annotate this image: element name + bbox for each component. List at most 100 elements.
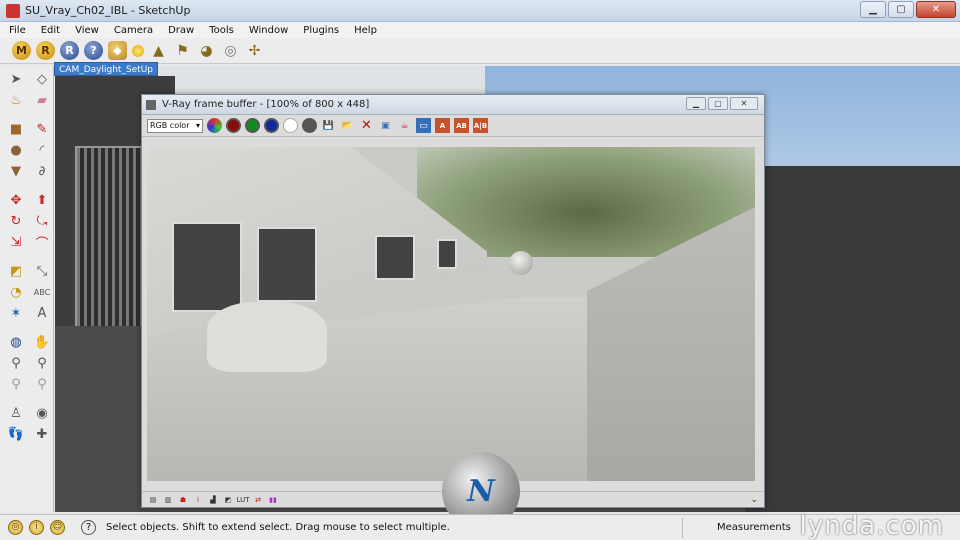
arc-icon[interactable]: ◜ [32,141,52,159]
menu-draw[interactable]: Draw [167,25,195,36]
line-icon[interactable]: ✎ [32,120,52,138]
text-icon[interactable]: ABC [32,283,52,301]
3d-text-icon[interactable]: A [32,304,52,322]
compare-ab-icon[interactable]: A|B [473,118,488,133]
dome-light-icon[interactable]: ◕ [197,41,216,60]
menu-plugins[interactable]: Plugins [302,25,340,36]
expand-chevron-icon[interactable]: ⌄ [750,495,758,505]
select-icon[interactable]: ➤ [6,70,26,88]
levels-icon[interactable]: ◩ [223,495,233,505]
vfb-maximize-button[interactable]: ▢ [708,97,728,110]
open-icon[interactable]: 📂 [340,118,355,133]
window-title: SU_Vray_Ch02_IBL - SketchUp [25,4,191,17]
geo-location-icon[interactable]: ◎ [8,520,23,535]
follow-me-icon[interactable]: ⤿ [32,212,52,230]
orbit-icon[interactable]: ◍ [6,333,26,351]
dimension-icon[interactable]: ⤡ [32,262,52,280]
protractor-icon[interactable]: ◔ [6,283,26,301]
zoom-window-icon[interactable]: ⚲ [32,354,52,372]
save-icon[interactable]: 💾 [321,118,336,133]
blue-channel-icon[interactable] [264,118,279,133]
title-bar: SU_Vray_Ch02_IBL - SketchUp ▁ ▢ ✕ [0,0,960,22]
display-colors-icon[interactable]: ▤ [148,495,158,505]
minimize-button[interactable]: ▁ [860,1,886,18]
render-window [437,239,457,269]
compare-b-icon[interactable]: AB [454,118,469,133]
vfb-close-button[interactable]: ✕ [730,97,758,110]
info-icon[interactable]: i [193,495,203,505]
pan-icon[interactable]: ✋ [32,333,52,351]
channel-select[interactable]: RGB color [147,118,203,133]
r-icon[interactable]: R [36,41,55,60]
track-mouse-icon[interactable]: ▣ [378,118,393,133]
menu-window[interactable]: Window [248,25,289,36]
eraser-icon[interactable]: ▰ [32,91,52,109]
alpha-channel-icon[interactable] [283,118,298,133]
help-toggle-icon[interactable]: ? [81,520,96,535]
tag-icon[interactable]: ◆ [108,41,127,60]
menu-view[interactable]: View [74,25,100,36]
vfb-minimize-button[interactable]: ▁ [686,97,706,110]
zoom-icon[interactable]: ⚲ [6,354,26,372]
maximize-button[interactable]: ▢ [888,1,914,18]
vfb-title: V-Ray frame buffer - [100% of 800 x 448] [162,99,370,110]
axes-icon[interactable]: ✶ [6,304,26,322]
menu-tools[interactable]: Tools [208,25,235,36]
circle-icon[interactable]: ● [6,141,26,159]
scale-icon[interactable]: ⇲ [6,233,26,251]
clear-icon[interactable]: ✕ [359,118,374,133]
close-button[interactable]: ✕ [916,1,956,18]
scene-tab-cam-daylight[interactable]: CAM_Daylight_SetUp [54,62,159,76]
rectangle-icon[interactable]: ■ [6,120,26,138]
help-icon[interactable]: ? [84,41,103,60]
copy-vfb-icon[interactable]: ☕ [397,118,412,133]
vray-icon [146,99,156,110]
user-icon[interactable]: ☺ [50,520,65,535]
polygon-icon[interactable]: ▼ [6,162,26,180]
sphere-icon[interactable]: ◎ [221,41,240,60]
tape-measure-icon[interactable]: ◩ [6,262,26,280]
rotate-icon[interactable]: ↻ [6,212,26,230]
menu-edit[interactable]: Edit [40,25,61,36]
lamp-icon[interactable]: ▲ [149,41,168,60]
credits-icon[interactable]: i [29,520,44,535]
section-plane-icon[interactable]: ✚ [32,425,52,443]
sun-icon[interactable] [132,44,144,57]
vray-toolbar: M R R ? ◆ ▲ ⚑ ◕ ◎ ✢ [0,38,960,64]
render-image[interactable] [147,147,755,481]
r-blue-icon[interactable]: R [60,41,79,60]
status-bar: ◎ i ☺ ? Select objects. Shift to extend … [0,511,960,540]
color-corrections-icon[interactable]: ▟ [208,495,218,505]
right-wall-geometry [745,166,960,512]
stereo-icon[interactable]: ▥ [163,495,173,505]
menu-camera[interactable]: Camera [113,25,154,36]
compare-a-icon[interactable]: A [435,118,450,133]
lut-icon[interactable]: LUT [237,495,250,505]
m-icon[interactable]: M [12,41,31,60]
red-channel-icon[interactable] [226,118,241,133]
dragonfly-icon[interactable]: ✢ [245,41,264,60]
menu-bar: File Edit View Camera Draw Tools Window … [0,22,960,38]
mono-channel-icon[interactable] [302,118,317,133]
previous-icon[interactable]: ⚲ [6,375,26,393]
curve-icon[interactable]: ⇄ [253,495,263,505]
freehand-icon[interactable]: ∂ [32,162,52,180]
flag-icon[interactable]: ⚑ [173,41,192,60]
green-channel-icon[interactable] [245,118,260,133]
exposure-icon[interactable]: ▮▮ [268,495,278,505]
next-icon[interactable]: ⚲ [32,375,52,393]
push-pull-icon[interactable]: ⬆ [32,191,52,209]
offset-icon[interactable]: ⌒ [32,233,52,252]
region-render-icon[interactable]: ▭ [416,118,431,133]
component-icon[interactable]: ◇ [32,70,52,88]
paint-bucket-icon[interactable]: ♨ [6,91,26,109]
rgb-channel-icon[interactable] [207,118,222,133]
move-icon[interactable]: ✥ [6,191,26,209]
menu-help[interactable]: Help [353,25,378,36]
position-camera-icon[interactable]: ♙ [6,404,26,422]
red-info-icon[interactable]: ☗ [178,495,188,505]
walk-icon[interactable]: 👣 [6,425,26,443]
measurements-box[interactable]: Measurements [682,518,791,538]
menu-file[interactable]: File [8,25,27,36]
look-around-icon[interactable]: ◉ [32,404,52,422]
